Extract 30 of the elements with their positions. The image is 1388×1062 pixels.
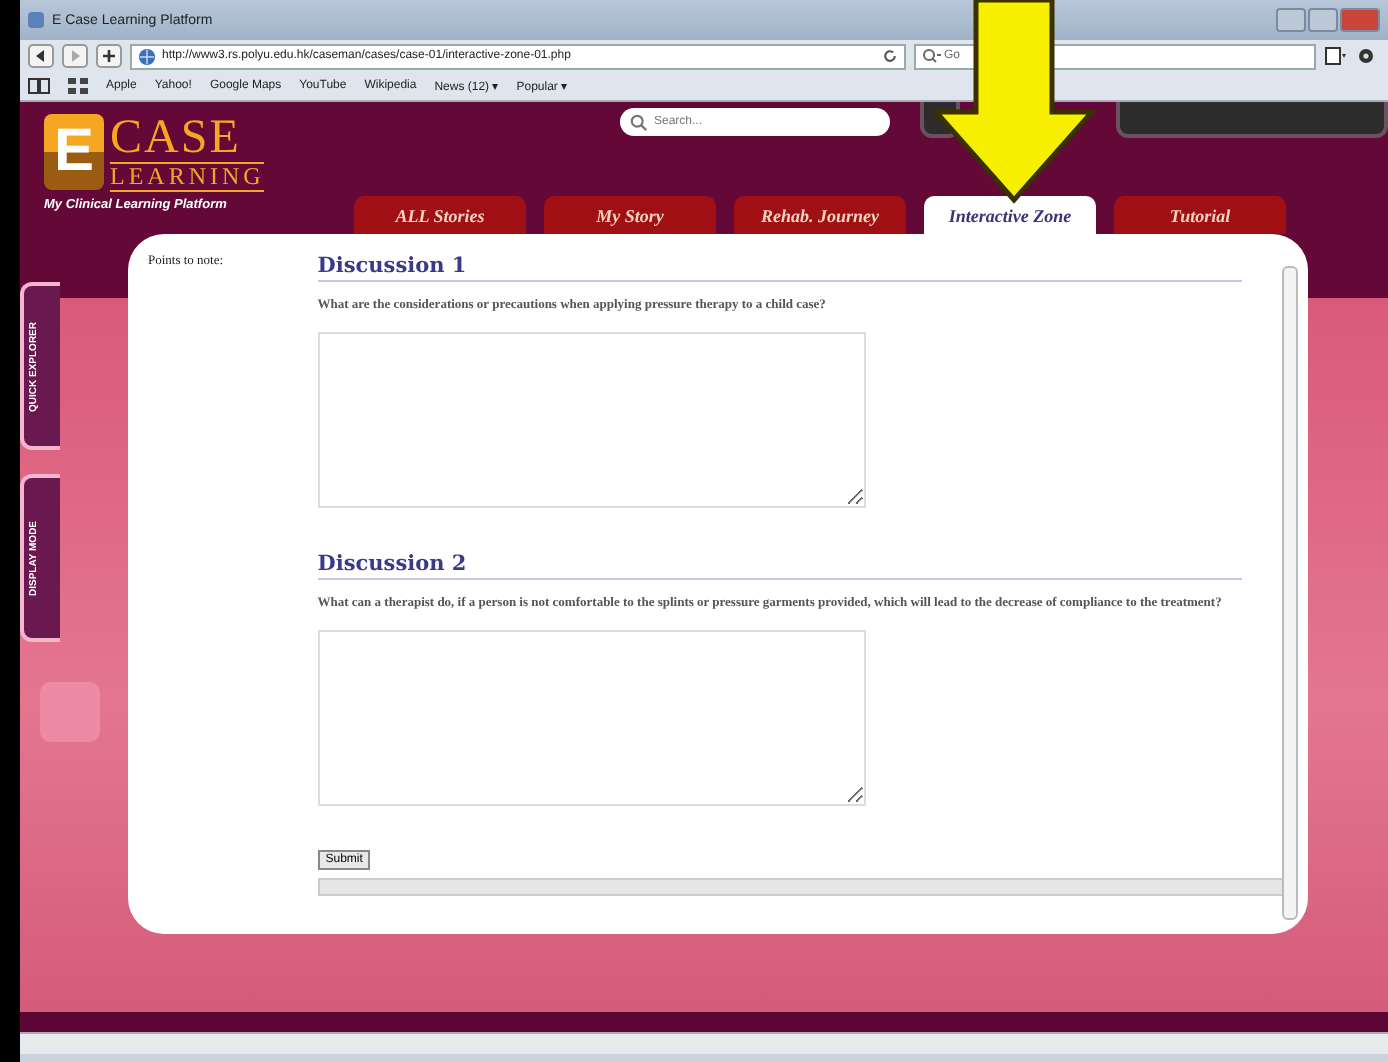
grid-icon[interactable] bbox=[68, 78, 88, 94]
forward-button[interactable] bbox=[62, 44, 88, 68]
vertical-scrollbar[interactable] bbox=[1281, 266, 1298, 920]
discussion-heading: Discussion 1 bbox=[317, 254, 1242, 282]
maximize-button[interactable] bbox=[1308, 8, 1338, 32]
page-menu-icon[interactable] bbox=[1324, 46, 1348, 66]
close-button[interactable] bbox=[1340, 8, 1380, 32]
horizontal-scrollbar[interactable] bbox=[20, 1032, 1388, 1054]
reload-icon[interactable] bbox=[882, 48, 898, 64]
add-button[interactable] bbox=[96, 44, 122, 68]
nav-tab[interactable]: My Story bbox=[544, 196, 716, 234]
nav-tab[interactable]: Interactive Zone bbox=[924, 196, 1096, 234]
discussion-heading: Discussion 2 bbox=[317, 552, 1242, 580]
search-icon bbox=[922, 48, 942, 64]
nav-tab[interactable]: ALL Stories bbox=[354, 196, 526, 234]
search-icon bbox=[630, 113, 648, 131]
nav-tab[interactable]: Tutorial bbox=[1114, 196, 1286, 234]
back-button[interactable] bbox=[28, 44, 54, 68]
nav-tab[interactable]: Rehab. Journey bbox=[734, 196, 906, 234]
answer-box[interactable] bbox=[317, 332, 866, 508]
logo-subtitle: LEARNING bbox=[110, 162, 265, 192]
side-button[interactable] bbox=[40, 682, 100, 742]
page-icon bbox=[28, 12, 44, 28]
answer-box[interactable] bbox=[317, 630, 866, 806]
logo-letter: E bbox=[44, 114, 104, 190]
logo-title: CASE bbox=[110, 114, 243, 162]
horizontal-scrollbar[interactable] bbox=[317, 878, 1286, 896]
globe-icon bbox=[138, 47, 156, 65]
minimize-button[interactable] bbox=[1276, 8, 1306, 32]
book-icon[interactable] bbox=[28, 78, 50, 94]
